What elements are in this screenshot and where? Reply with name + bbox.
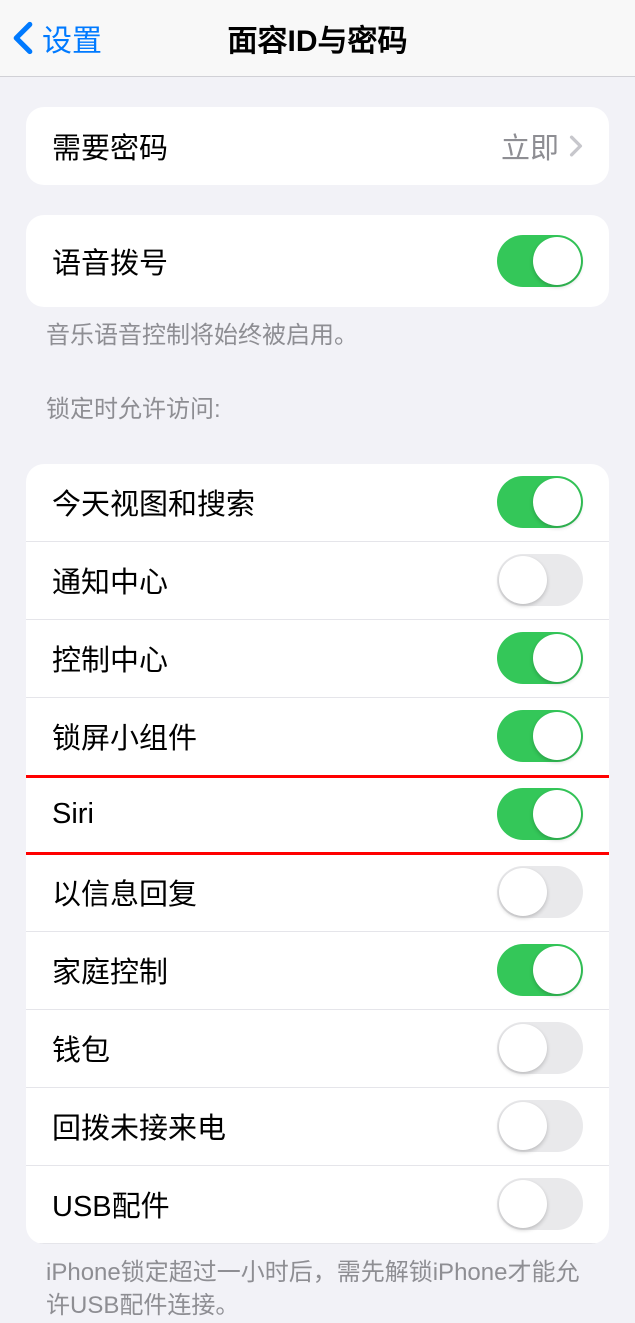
content: 需要密码 立即 语音拨号 音乐语音控制将始终被启用。 锁定时允许访问: 今天视图…: [0, 107, 635, 1323]
lock-access-label: 家庭控制: [52, 949, 168, 991]
toggle-knob: [499, 1024, 547, 1072]
lock-access-toggle[interactable]: [497, 476, 583, 528]
voice-dial-footer: 音乐语音控制将始终被启用。: [0, 307, 635, 353]
lock-access-label: Siri: [52, 798, 94, 831]
lock-access-toggle[interactable]: [497, 710, 583, 762]
lock-access-row: 控制中心: [26, 620, 609, 698]
voice-dial-row: 语音拨号: [26, 215, 609, 307]
toggle-knob: [499, 1180, 547, 1228]
lock-access-toggle[interactable]: [497, 944, 583, 996]
lock-access-toggle[interactable]: [497, 1100, 583, 1152]
toggle-knob: [499, 868, 547, 916]
lock-access-toggle[interactable]: [497, 1022, 583, 1074]
lock-access-label: 回拨未接来电: [52, 1105, 226, 1147]
lock-access-label: USB配件: [52, 1183, 170, 1225]
toggle-knob: [533, 237, 581, 285]
voice-dial-toggle[interactable]: [497, 235, 583, 287]
toggle-knob: [533, 946, 581, 994]
back-label: 设置: [42, 16, 102, 60]
toggle-knob: [533, 478, 581, 526]
require-passcode-value: 立即: [501, 125, 559, 167]
lock-access-row: Siri: [26, 776, 609, 854]
lock-access-header: 锁定时允许访问:: [0, 353, 635, 434]
lock-access-label: 控制中心: [52, 637, 168, 679]
lock-access-label: 以信息回复: [52, 871, 197, 913]
lock-access-toggle[interactable]: [497, 788, 583, 840]
lock-access-toggle[interactable]: [497, 632, 583, 684]
toggle-knob: [533, 790, 581, 838]
voice-dial-label: 语音拨号: [52, 240, 168, 282]
back-button[interactable]: 设置: [0, 16, 102, 60]
lock-access-row: 家庭控制: [26, 932, 609, 1010]
lock-access-row: 通知中心: [26, 542, 609, 620]
lock-access-row: 回拨未接来电: [26, 1088, 609, 1166]
toggle-knob: [533, 634, 581, 682]
lock-access-row: 以信息回复: [26, 854, 609, 932]
lock-access-toggle[interactable]: [497, 554, 583, 606]
require-passcode-label: 需要密码: [52, 125, 168, 167]
lock-access-label: 今天视图和搜索: [52, 481, 255, 523]
lock-access-footer: iPhone锁定超过一小时后，需先解锁iPhone才能允许USB配件连接。: [0, 1244, 635, 1323]
navigation-header: 设置 面容ID与密码: [0, 0, 635, 77]
lock-access-label: 钱包: [52, 1027, 110, 1069]
lock-access-label: 通知中心: [52, 559, 168, 601]
chevron-right-icon: [569, 135, 583, 157]
row-right: 立即: [501, 125, 583, 167]
lock-access-group: 今天视图和搜索通知中心控制中心锁屏小组件 Siri 以信息回复家庭控制钱包回拨未接来…: [26, 464, 609, 1244]
lock-access-row: USB配件: [26, 1166, 609, 1244]
require-passcode-row[interactable]: 需要密码 立即: [26, 107, 609, 185]
lock-access-toggle[interactable]: [497, 1178, 583, 1230]
voice-dial-group: 语音拨号: [26, 215, 609, 307]
chevron-left-icon: [12, 21, 34, 55]
lock-access-label: 锁屏小组件: [52, 715, 197, 757]
toggle-knob: [499, 1102, 547, 1150]
lock-access-toggle[interactable]: [497, 866, 583, 918]
passcode-group: 需要密码 立即: [26, 107, 609, 185]
lock-access-row: 锁屏小组件: [26, 698, 609, 776]
lock-access-row: 今天视图和搜索: [26, 464, 609, 542]
toggle-knob: [499, 556, 547, 604]
toggle-knob: [533, 712, 581, 760]
lock-access-row: 钱包: [26, 1010, 609, 1088]
